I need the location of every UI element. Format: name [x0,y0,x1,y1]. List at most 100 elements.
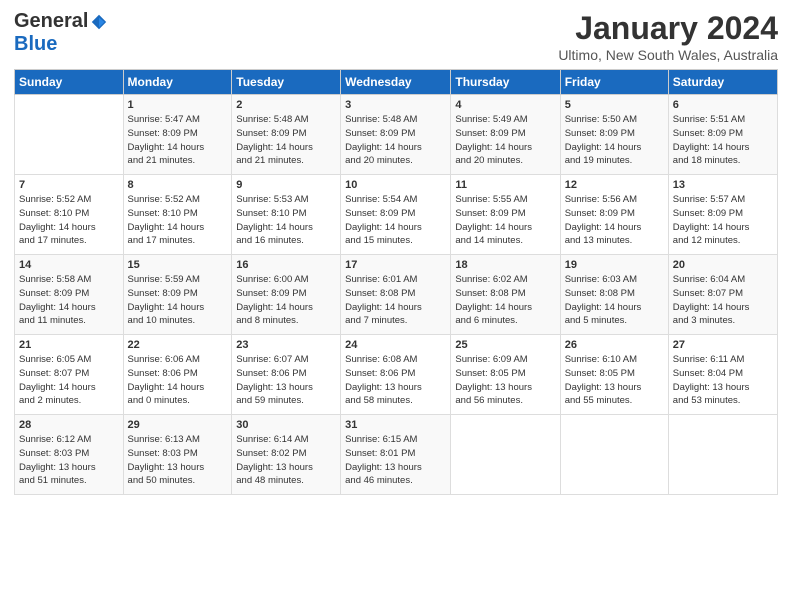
title-area: January 2024 Ultimo, New South Wales, Au… [558,10,778,63]
calendar-cell [15,95,124,175]
calendar-cell: 3Sunrise: 5:48 AMSunset: 8:09 PMDaylight… [341,95,451,175]
header-day-friday: Friday [560,70,668,95]
calendar-cell: 31 Sunrise: 6:15 AMSunset: 8:01 PMDayligh… [341,415,451,495]
calendar-cell: 21 Sunrise: 6:05 AMSunset: 8:07 PMDayligh… [15,335,124,415]
calendar-cell: 30 Sunrise: 6:14 AMSunset: 8:02 PMDayligh… [232,415,341,495]
day-number: 27 [673,339,773,351]
day-info: Sunrise: 6:15 AMSunset: 8:01 PMDaylight:… [345,433,446,488]
logo-icon [90,13,108,31]
calendar-cell: 16 Sunrise: 6:00 AMSunset: 8:09 PMDayligh… [232,255,341,335]
week-row-2: 7 Sunrise: 5:52 AMSunset: 8:10 PMDaylight… [15,175,778,255]
week-row-3: 14 Sunrise: 5:58 AMSunset: 8:09 PMDayligh… [15,255,778,335]
day-number: 29 [128,419,228,431]
location-subtitle: Ultimo, New South Wales, Australia [558,47,778,63]
day-info: Sunrise: 5:48 AMSunset: 8:09 PMDaylight:… [345,113,446,168]
calendar-cell: 5 Sunrise: 5:50 AMSunset: 8:09 PMDaylight… [560,95,668,175]
header-day-thursday: Thursday [451,70,560,95]
day-info: Sunrise: 6:03 AMSunset: 8:08 PMDaylight:… [565,273,664,328]
day-info: Sunrise: 6:12 AMSunset: 8:03 PMDaylight:… [19,433,119,488]
calendar-cell: 12Sunrise: 5:56 AMSunset: 8:09 PMDayligh… [560,175,668,255]
day-info: Sunrise: 6:00 AMSunset: 8:09 PMDaylight:… [236,273,336,328]
header-day-wednesday: Wednesday [341,70,451,95]
header: General Blue January 2024 Ultimo, New So… [14,10,778,63]
day-info: Sunrise: 5:54 AMSunset: 8:09 PMDaylight:… [345,193,446,248]
day-info: Sunrise: 5:52 AMSunset: 8:10 PMDaylight:… [128,193,228,248]
calendar-cell: 9 Sunrise: 5:53 AMSunset: 8:10 PMDaylight… [232,175,341,255]
week-row-4: 21 Sunrise: 6:05 AMSunset: 8:07 PMDayligh… [15,335,778,415]
page: General Blue January 2024 Ultimo, New So… [0,0,792,505]
day-number: 9 [236,179,336,191]
header-row: SundayMondayTuesdayWednesdayThursdayFrid… [15,70,778,95]
day-number: 7 [19,179,119,191]
month-title: January 2024 [558,10,778,47]
calendar-cell: 17 Sunrise: 6:01 AMSunset: 8:08 PMDayligh… [341,255,451,335]
day-info: Sunrise: 5:50 AMSunset: 8:09 PMDaylight:… [565,113,664,168]
day-number: 2 [236,99,336,111]
calendar-cell: 18 Sunrise: 6:02 AMSunset: 8:08 PMDayligh… [451,255,560,335]
day-number: 14 [19,259,119,271]
day-number: 28 [19,419,119,431]
calendar-cell: 29 Sunrise: 6:13 AMSunset: 8:03 PMDayligh… [123,415,232,495]
day-number: 30 [236,419,336,431]
day-info: Sunrise: 6:07 AMSunset: 8:06 PMDaylight:… [236,353,336,408]
day-info: Sunrise: 5:48 AMSunset: 8:09 PMDaylight:… [236,113,336,168]
calendar-cell: 27Sunrise: 6:11 AMSunset: 8:04 PMDayligh… [668,335,777,415]
calendar-cell: 8 Sunrise: 5:52 AMSunset: 8:10 PMDaylight… [123,175,232,255]
day-info: Sunrise: 6:08 AMSunset: 8:06 PMDaylight:… [345,353,446,408]
calendar-cell [451,415,560,495]
day-number: 6 [673,99,773,111]
calendar-cell: 15Sunrise: 5:59 AMSunset: 8:09 PMDayligh… [123,255,232,335]
day-number: 17 [345,259,446,271]
day-info: Sunrise: 6:10 AMSunset: 8:05 PMDaylight:… [565,353,664,408]
day-number: 12 [565,179,664,191]
day-info: Sunrise: 6:02 AMSunset: 8:08 PMDaylight:… [455,273,555,328]
day-number: 1 [128,99,228,111]
calendar-cell [668,415,777,495]
day-number: 13 [673,179,773,191]
day-info: Sunrise: 6:01 AMSunset: 8:08 PMDaylight:… [345,273,446,328]
day-number: 11 [455,179,555,191]
day-info: Sunrise: 5:55 AMSunset: 8:09 PMDaylight:… [455,193,555,248]
calendar-cell: 24Sunrise: 6:08 AMSunset: 8:06 PMDayligh… [341,335,451,415]
day-info: Sunrise: 5:59 AMSunset: 8:09 PMDaylight:… [128,273,228,328]
week-row-1: 1Sunrise: 5:47 AMSunset: 8:09 PMDaylight… [15,95,778,175]
day-info: Sunrise: 6:04 AMSunset: 8:07 PMDaylight:… [673,273,773,328]
header-day-sunday: Sunday [15,70,124,95]
day-info: Sunrise: 5:57 AMSunset: 8:09 PMDaylight:… [673,193,773,248]
calendar-cell: 20 Sunrise: 6:04 AMSunset: 8:07 PMDayligh… [668,255,777,335]
calendar-cell: 10 Sunrise: 5:54 AMSunset: 8:09 PMDayligh… [341,175,451,255]
day-number: 4 [455,99,555,111]
day-number: 18 [455,259,555,271]
day-number: 16 [236,259,336,271]
calendar-cell: 14 Sunrise: 5:58 AMSunset: 8:09 PMDayligh… [15,255,124,335]
day-info: Sunrise: 5:51 AMSunset: 8:09 PMDaylight:… [673,113,773,168]
day-number: 20 [673,259,773,271]
logo: General Blue [14,10,108,56]
calendar-cell: 19 Sunrise: 6:03 AMSunset: 8:08 PMDayligh… [560,255,668,335]
calendar-cell: 7Sunrise: 5:52 AMSunset: 8:10 PMDaylight… [15,175,124,255]
logo-blue: Blue [14,33,57,56]
day-info: Sunrise: 5:58 AMSunset: 8:09 PMDaylight:… [19,273,119,328]
calendar-cell: 23 Sunrise: 6:07 AMSunset: 8:06 PMDayligh… [232,335,341,415]
calendar-cell [560,415,668,495]
calendar-table: SundayMondayTuesdayWednesdayThursdayFrid… [14,69,778,495]
calendar-cell: 13 Sunrise: 5:57 AMSunset: 8:09 PMDayligh… [668,175,777,255]
day-info: Sunrise: 5:49 AMSunset: 8:09 PMDaylight:… [455,113,555,168]
day-number: 8 [128,179,228,191]
day-number: 23 [236,339,336,351]
calendar-cell: 22Sunrise: 6:06 AMSunset: 8:06 PMDayligh… [123,335,232,415]
day-number: 19 [565,259,664,271]
calendar-cell: 2 Sunrise: 5:48 AMSunset: 8:09 PMDaylight… [232,95,341,175]
day-info: Sunrise: 6:14 AMSunset: 8:02 PMDaylight:… [236,433,336,488]
day-info: Sunrise: 6:13 AMSunset: 8:03 PMDaylight:… [128,433,228,488]
day-number: 5 [565,99,664,111]
day-info: Sunrise: 5:53 AMSunset: 8:10 PMDaylight:… [236,193,336,248]
calendar-cell: 6 Sunrise: 5:51 AMSunset: 8:09 PMDaylight… [668,95,777,175]
day-number: 10 [345,179,446,191]
calendar-cell: 26Sunrise: 6:10 AMSunset: 8:05 PMDayligh… [560,335,668,415]
day-number: 31 [345,419,446,431]
calendar-cell: 25Sunrise: 6:09 AMSunset: 8:05 PMDayligh… [451,335,560,415]
day-number: 21 [19,339,119,351]
day-info: Sunrise: 6:06 AMSunset: 8:06 PMDaylight:… [128,353,228,408]
day-info: Sunrise: 6:05 AMSunset: 8:07 PMDaylight:… [19,353,119,408]
